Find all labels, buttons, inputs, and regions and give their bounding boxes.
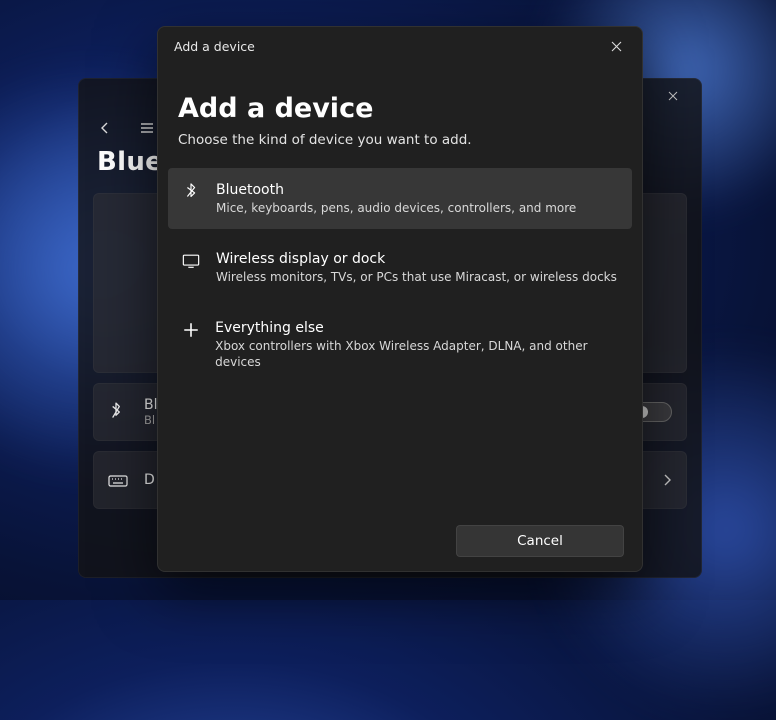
cancel-button[interactable]: Cancel	[456, 525, 624, 557]
bluetooth-row-sublabel: Bl	[144, 413, 158, 427]
cancel-button-label: Cancel	[517, 533, 563, 549]
back-button[interactable]	[91, 114, 119, 142]
dialog-titlebar-text: Add a device	[158, 27, 642, 65]
option-everything-else[interactable]: Everything else Xbox controllers with Xb…	[168, 306, 632, 383]
keyboard-icon	[108, 473, 130, 487]
option-bluetooth[interactable]: Bluetooth Mice, keyboards, pens, audio d…	[168, 168, 632, 229]
chevron-right-icon	[662, 474, 672, 486]
option-desc: Wireless monitors, TVs, or PCs that use …	[216, 269, 617, 285]
dialog-subtitle: Choose the kind of device you want to ad…	[158, 130, 642, 164]
bluetooth-row-label: Bl	[144, 397, 158, 413]
option-wireless-display[interactable]: Wireless display or dock Wireless monito…	[168, 237, 632, 298]
option-title: Wireless display or dock	[216, 250, 617, 268]
bluetooth-icon	[180, 181, 202, 201]
add-device-dialog: Add a device Add a device Choose the kin…	[157, 26, 643, 572]
bluetooth-icon	[108, 402, 130, 422]
option-desc: Mice, keyboards, pens, audio devices, co…	[216, 200, 576, 216]
option-title: Bluetooth	[216, 181, 576, 199]
dialog-heading: Add a device	[158, 65, 642, 130]
plus-icon	[180, 319, 201, 339]
close-window-button[interactable]	[651, 81, 695, 111]
option-desc: Xbox controllers with Xbox Wireless Adap…	[215, 338, 620, 370]
option-title: Everything else	[215, 319, 620, 337]
close-dialog-button[interactable]	[596, 31, 636, 61]
devices-row-label: D	[144, 472, 155, 488]
display-icon	[180, 250, 202, 270]
